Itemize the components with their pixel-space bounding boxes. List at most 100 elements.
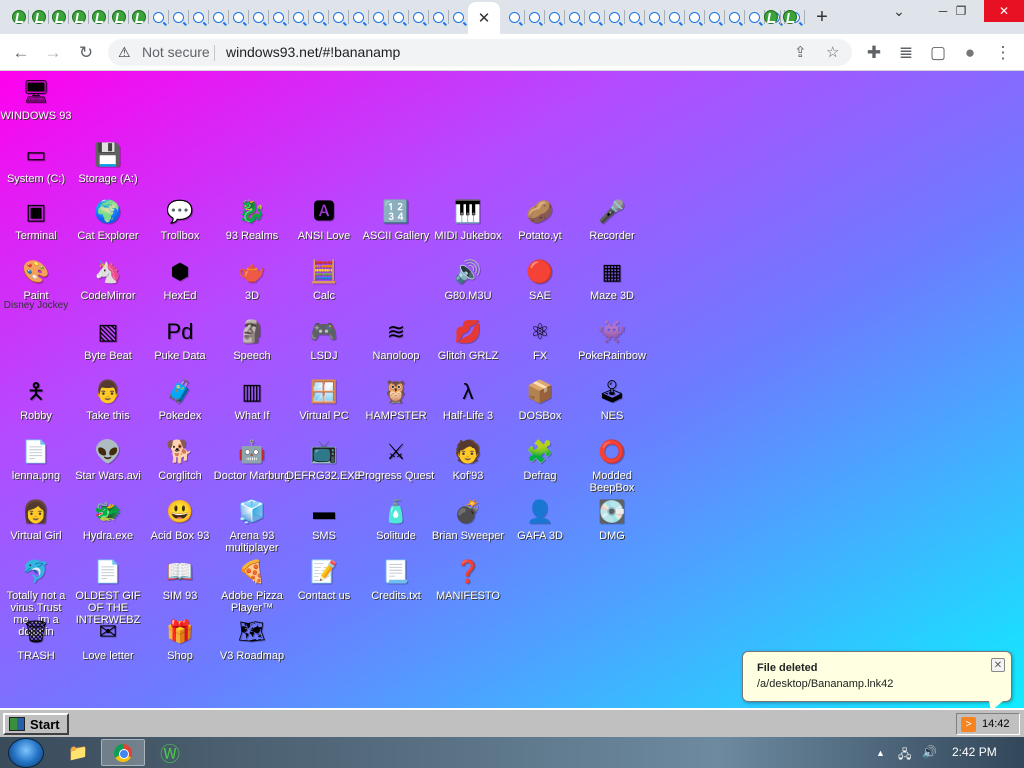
desktop-icon[interactable]: ⬢ HexEd: [144, 256, 216, 316]
windows-start-orb-icon[interactable]: [8, 738, 44, 768]
rss-icon[interactable]: >: [961, 716, 976, 732]
desktop-icon[interactable]: 🧮 Calc: [288, 256, 360, 316]
browser-tab[interactable]: [780, 6, 799, 28]
browser-tab[interactable]: [29, 6, 48, 28]
tab-search-button[interactable]: ⌄: [882, 0, 916, 22]
desktop-icon[interactable]: 🧴 Solitude: [360, 496, 432, 556]
address-bar[interactable]: ⚠ Not secure windows93.net/#!bananamp ⇪ …: [108, 39, 852, 66]
desktop-icon[interactable]: 🯅 Robby: [0, 376, 72, 436]
desktop-icon[interactable]: ⚔ Progress Quest: [358, 436, 434, 496]
browser-tab[interactable]: [525, 6, 544, 28]
desktop-icon[interactable]: 💾 Storage (A:): [72, 139, 144, 199]
desktop-icon[interactable]: 🧊 Arena 93 multiplayer: [216, 496, 288, 556]
desktop-icon[interactable]: 🗑 TRASH: [0, 616, 72, 676]
browser-tab[interactable]: [289, 6, 308, 28]
desktop-icon[interactable]: ▣ Terminal: [0, 196, 72, 256]
desktop-icon[interactable]: ▬ SMS: [288, 496, 360, 556]
browser-tab[interactable]: [645, 6, 664, 28]
desktop-icon[interactable]: 🗺 V3 Roadmap: [216, 616, 288, 676]
extensions-icon[interactable]: ✚: [861, 40, 887, 66]
forward-button[interactable]: →: [40, 40, 66, 66]
file-explorer-taskbar-icon[interactable]: 📁: [56, 739, 100, 766]
desktop-icon[interactable]: ⚛ FX: [504, 316, 576, 376]
desktop-icon[interactable]: 💋 Glitch GRLZ: [432, 316, 504, 376]
restore-button[interactable]: ❐: [944, 0, 978, 22]
desktop-icon[interactable]: 📄 OLDEST GIF OF THE INTERWEBZ: [72, 556, 144, 626]
desktop-icon[interactable]: Pd Puke Data: [144, 316, 216, 376]
browser-tab[interactable]: [89, 6, 108, 28]
browser-tab[interactable]: [309, 6, 328, 28]
desktop-icon[interactable]: 🎤 Recorder: [576, 196, 648, 256]
browser-menu-icon[interactable]: ⋮: [990, 40, 1016, 66]
browser-tab[interactable]: [625, 6, 644, 28]
browser-tab[interactable]: [505, 6, 524, 28]
url-text[interactable]: windows93.net/#!bananamp: [226, 44, 400, 60]
desktop-icon[interactable]: 🌍 Cat Explorer: [72, 196, 144, 256]
desktop-icon[interactable]: 📄 lenna.png: [0, 436, 72, 496]
desktop-icon[interactable]: 🔊 G80.M3U: [432, 256, 504, 316]
desktop-icon[interactable]: 👾 PokeRainbow: [576, 316, 648, 376]
desktop-icon[interactable]: 🅰 ANSI Love: [288, 196, 360, 256]
browser-tab[interactable]: [409, 6, 428, 28]
desktop-icon[interactable]: ✉ Love letter: [72, 616, 144, 676]
os-clock[interactable]: 2:42 PM: [952, 745, 997, 759]
desktop-icon[interactable]: λ Half-Life 3: [432, 376, 504, 436]
desktop-icon[interactable]: 📦 DOSBox: [504, 376, 576, 436]
desktop-icon[interactable]: 🍕 Adobe Pizza Player™: [216, 556, 288, 616]
media-controls-icon[interactable]: ≣: [893, 40, 919, 66]
close-tab-icon[interactable]: ✕: [478, 9, 491, 27]
browser-tab[interactable]: [129, 6, 148, 28]
desktop-icon[interactable]: 👩 Virtual Girl: [0, 496, 72, 556]
start-button[interactable]: Start: [3, 713, 69, 735]
browser-tab[interactable]: [49, 6, 68, 28]
file-deleted-notification[interactable]: File deleted /a/desktop/Bananamp.lnk42 ✕: [742, 651, 1012, 711]
browser-tab[interactable]: [369, 6, 388, 28]
share-icon[interactable]: ⇪: [794, 43, 807, 61]
desktop-icon[interactable]: 🔢 ASCII Gallery: [360, 196, 432, 256]
desktop-icon[interactable]: 👤 GAFA 3D: [504, 496, 576, 556]
side-panel-icon[interactable]: ▢: [925, 40, 951, 66]
browser-tab[interactable]: [109, 6, 128, 28]
desktop-icon[interactable]: ▭ System (C:): [0, 139, 72, 199]
browser-tab[interactable]: [249, 6, 268, 28]
notification-close-button[interactable]: ✕: [991, 658, 1005, 672]
desktop-icon[interactable]: 🤖 Doctor Marburg: [214, 436, 290, 496]
browser-tab[interactable]: [545, 6, 564, 28]
bookmark-star-icon[interactable]: ☆: [826, 43, 839, 61]
desktop-icon[interactable]: 🖥 WINDOWS 93: [0, 76, 72, 136]
browser-tab[interactable]: [329, 6, 348, 28]
desktop-icon[interactable]: 🐕 Corglitch: [144, 436, 216, 496]
desktop-icon[interactable]: 🎁 Shop: [144, 616, 216, 676]
w93-taskbar-icon[interactable]: Ⓦ: [148, 739, 192, 766]
desktop-icon[interactable]: 👽 Star Wars.avi: [72, 436, 144, 496]
desktop-icon[interactable]: 🎮 LSDJ: [288, 316, 360, 376]
desktop-icon[interactable]: 🧳 Pokedex: [144, 376, 216, 436]
browser-tab[interactable]: [605, 6, 624, 28]
desktop-icon[interactable]: 🗿 Speech: [216, 316, 288, 376]
desktop-icon[interactable]: ▦ Maze 3D: [576, 256, 648, 316]
browser-tab[interactable]: [149, 6, 168, 28]
browser-tab[interactable]: [389, 6, 408, 28]
desktop-icon[interactable]: 💬 Trollbox: [144, 196, 216, 256]
desktop-icon[interactable]: ❓ MANIFESTO: [432, 556, 504, 616]
browser-tab[interactable]: [761, 6, 780, 28]
desktop-icon[interactable]: 🫖 3D: [216, 256, 288, 316]
browser-tab[interactable]: [189, 6, 208, 28]
desktop-icon[interactable]: ▥ What If: [216, 376, 288, 436]
desktop-icon[interactable]: ⭕ Modded BeepBox: [576, 436, 648, 496]
desktop-icon[interactable]: 🥔 Potato.yt: [504, 196, 576, 256]
desktop-icon[interactable]: 🧩 Defrag: [504, 436, 576, 496]
browser-tab[interactable]: [9, 6, 28, 28]
desktop-icon[interactable]: ≋ Nanoloop: [360, 316, 432, 376]
browser-tab[interactable]: [449, 6, 468, 28]
desktop-icon[interactable]: 📺 DEFRG32.EXE: [286, 436, 362, 496]
browser-tab[interactable]: [229, 6, 248, 28]
desktop-icon[interactable]: ▧ Byte Beat: [72, 316, 144, 376]
back-button[interactable]: ←: [8, 40, 34, 66]
browser-tab[interactable]: [665, 6, 684, 28]
show-hidden-icons-arrow-icon[interactable]: ▲: [876, 748, 885, 758]
new-tab-button[interactable]: +: [810, 4, 834, 30]
reload-button[interactable]: ↻: [73, 40, 99, 66]
desktop-icon[interactable]: 👨 Take this: [72, 376, 144, 436]
desktop-icon[interactable]: 📖 SIM 93: [144, 556, 216, 616]
